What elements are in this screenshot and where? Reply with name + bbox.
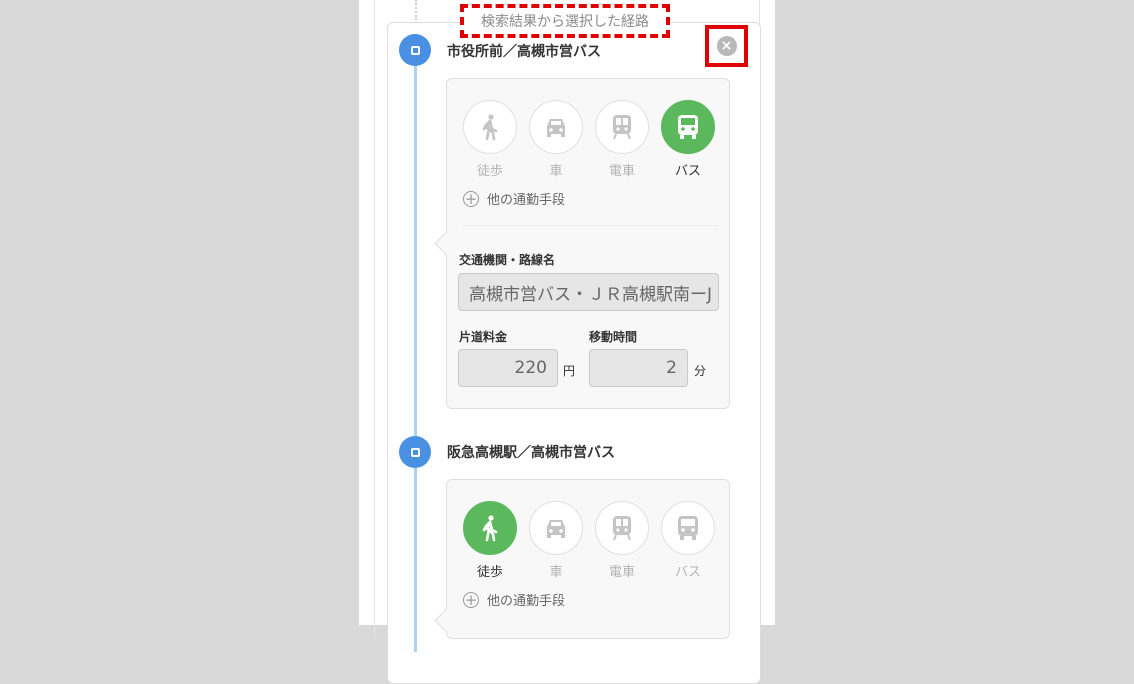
- route-name-label: 交通機関・路線名: [459, 253, 556, 267]
- mode-walk-button[interactable]: 徒歩: [463, 501, 517, 580]
- divider: [463, 225, 719, 226]
- plus-circle-icon: +: [463, 189, 479, 208]
- route-timeline: [414, 52, 417, 652]
- train-icon: [613, 516, 631, 541]
- stop-marker: [399, 34, 431, 66]
- mode-bus-button[interactable]: バス: [661, 100, 715, 179]
- travel-time-label: 移動時間: [589, 330, 638, 344]
- plus-circle-icon: +: [463, 590, 479, 609]
- bus-icon: [678, 516, 698, 540]
- stop-name: 阪急高槻駅／高槻市営バス: [447, 445, 615, 461]
- train-icon: [613, 115, 631, 140]
- legend-connector: [415, 0, 417, 20]
- mode-bus-button[interactable]: バス: [661, 501, 715, 580]
- walk-icon: [482, 515, 498, 542]
- other-commute-button[interactable]: + 他の通勤手段: [463, 189, 565, 208]
- close-icon: ×: [716, 36, 737, 56]
- time-unit: 分: [694, 364, 707, 378]
- fare-unit: 円: [563, 364, 576, 378]
- remove-route-button[interactable]: ×: [705, 25, 748, 67]
- car-icon: [547, 520, 565, 538]
- car-icon: [547, 119, 565, 137]
- bus-icon: [678, 115, 698, 139]
- travel-time-field[interactable]: 2: [589, 349, 688, 387]
- mode-train-button[interactable]: 電車: [595, 501, 649, 580]
- fare-field[interactable]: 220: [458, 349, 558, 387]
- mode-train-button[interactable]: 電車: [595, 100, 649, 179]
- fare-label: 片道料金: [459, 330, 508, 344]
- mode-selector: 徒歩 車 電車 バス: [463, 501, 715, 580]
- route-legend-title: 検索結果から選択した経路: [460, 4, 670, 38]
- transport-mode-panel: 徒歩 車 電車 バス + 他の通勤手段: [434, 479, 730, 639]
- mode-car-button[interactable]: 車: [529, 501, 583, 580]
- stop-marker: [399, 436, 431, 468]
- walk-icon: [482, 114, 498, 141]
- route-panel: 検索結果から選択した経路 市役所前／高槻市営バス 徒歩 車 電車 バス + 他の…: [359, 0, 775, 684]
- mode-selector: 徒歩 車 電車 バス: [463, 100, 715, 179]
- mode-walk-button[interactable]: 徒歩: [463, 100, 517, 179]
- mode-car-button[interactable]: 車: [529, 100, 583, 179]
- transport-mode-panel: 徒歩 車 電車 バス + 他の通勤手段 交通機関・路線名 高槻市営バス・ＪＲ高槻…: [434, 78, 730, 409]
- other-commute-button[interactable]: + 他の通勤手段: [463, 590, 565, 609]
- route-name-field[interactable]: 高槻市営バス・ＪＲ高槻駅南ーJ: [458, 273, 719, 311]
- stop-name: 市役所前／高槻市営バス: [447, 44, 601, 60]
